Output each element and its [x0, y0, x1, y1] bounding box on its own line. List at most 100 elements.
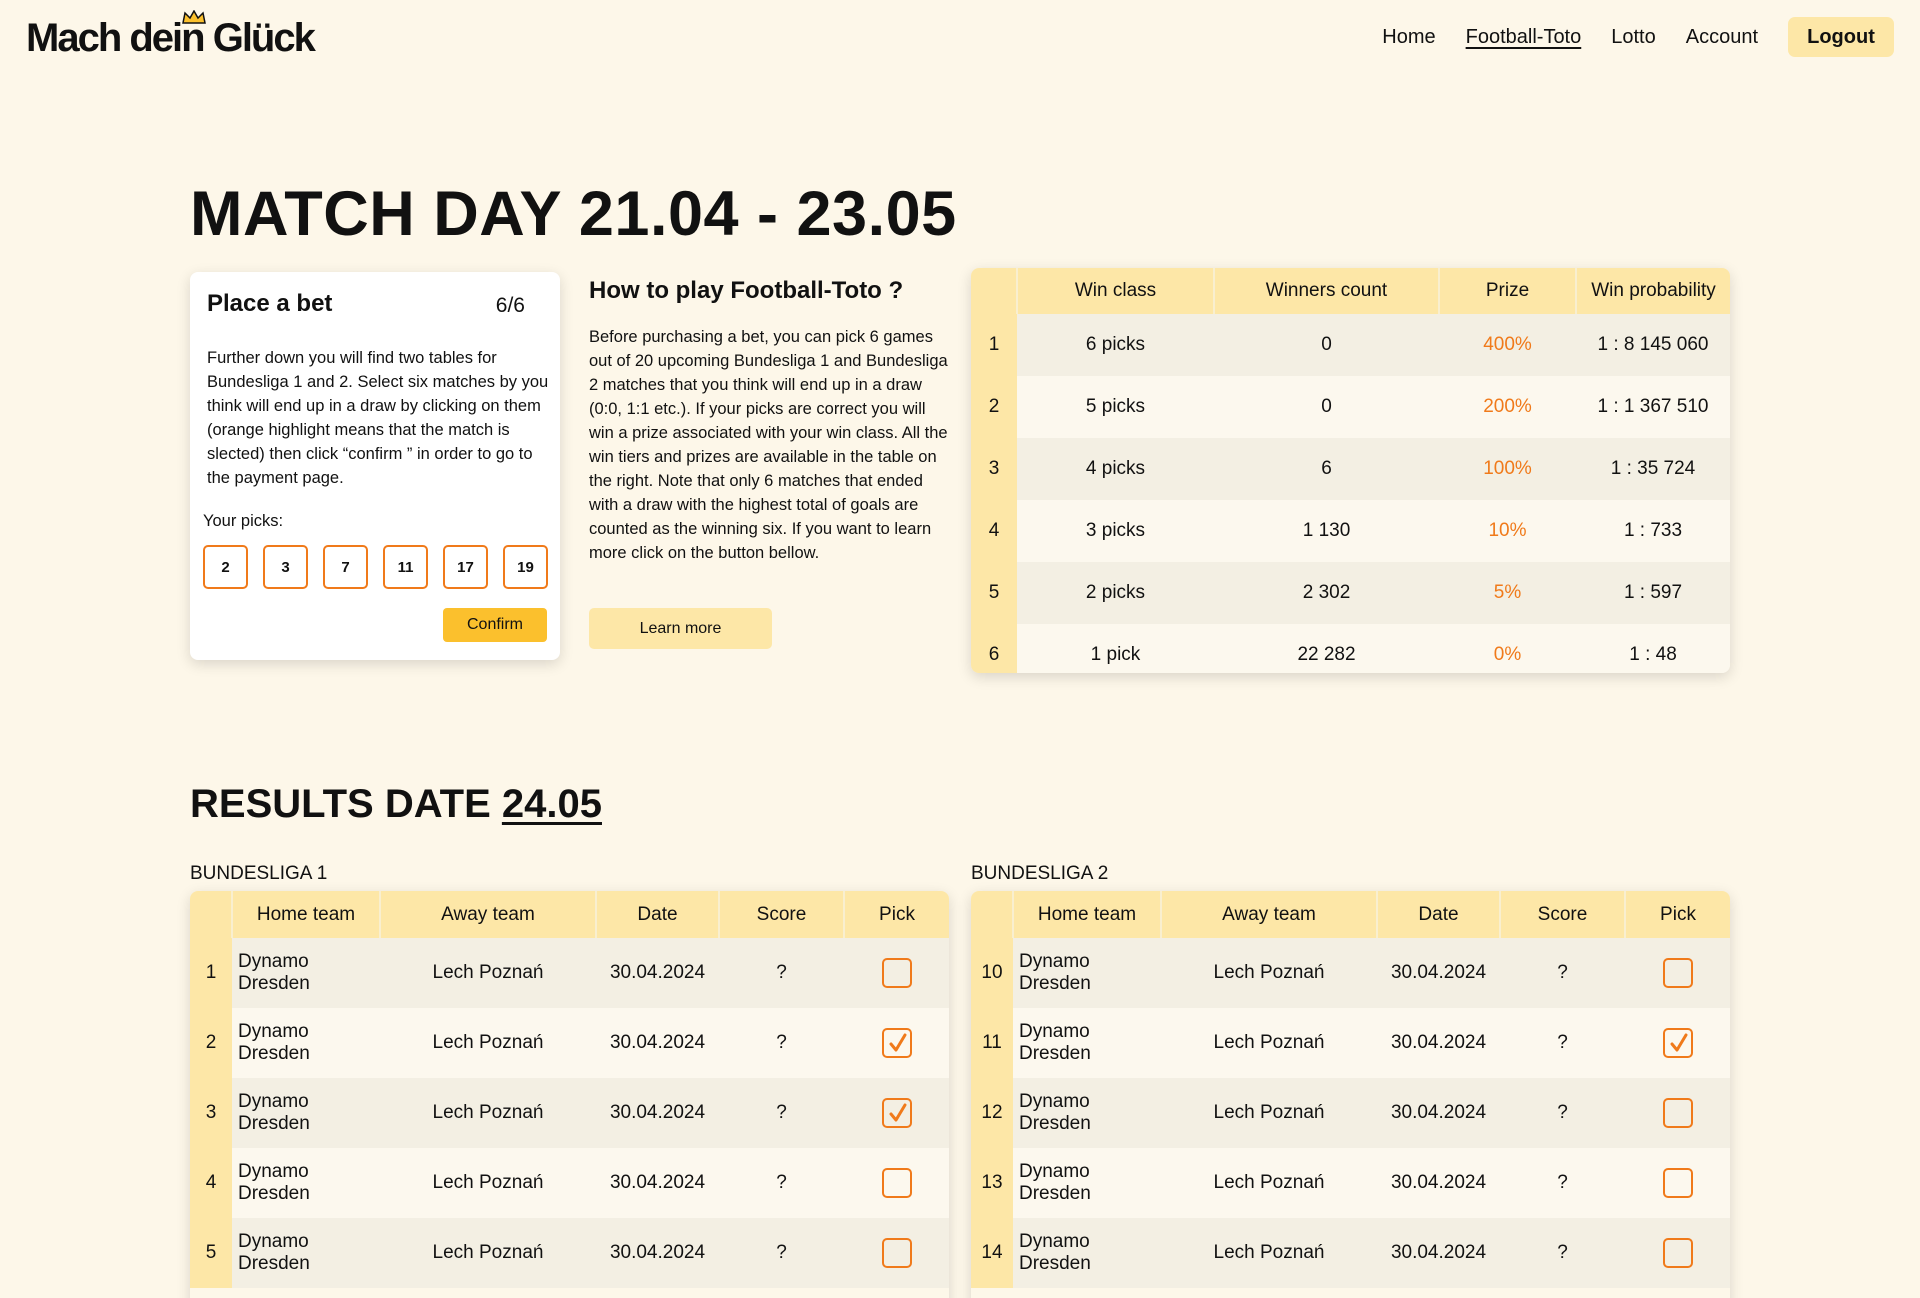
- match-home: Dynamo Dresden: [232, 1218, 380, 1288]
- match-date: 30.04.2024: [596, 1078, 719, 1148]
- pick-checkbox[interactable]: [1662, 1168, 1693, 1198]
- table-cell: 6: [1214, 438, 1439, 500]
- column-header: Score: [1499, 891, 1625, 938]
- column-header: Winners count: [1213, 268, 1439, 314]
- match-num: 3: [190, 1078, 232, 1148]
- match-date: 30.04.2024: [1377, 1148, 1500, 1218]
- results-date-link[interactable]: 24.05: [502, 782, 602, 826]
- match-score: ?: [719, 938, 844, 1008]
- site-logo[interactable]: Mach dein Glück: [26, 10, 316, 61]
- table-cell: 200%: [1439, 376, 1576, 438]
- nav-home[interactable]: Home: [1382, 26, 1435, 49]
- match-row[interactable]: 11 Dynamo Dresden Lech Poznań 30.04.2024?: [971, 1008, 1730, 1078]
- match-row[interactable]: 3 Dynamo Dresden Lech Poznań 30.04.2024?: [190, 1078, 949, 1148]
- match-num: 11: [971, 1008, 1013, 1078]
- pick-checkbox-checked[interactable]: [1662, 1028, 1693, 1058]
- pick-cell: [844, 1148, 949, 1218]
- pick-chip[interactable]: 17: [443, 545, 488, 589]
- match-score: ?: [1500, 1148, 1625, 1218]
- match-score: ?: [1500, 1008, 1625, 1078]
- bet-count: 6/6: [495, 294, 525, 317]
- nav-football-toto[interactable]: Football-Toto: [1466, 26, 1582, 49]
- table-row: 43 picks 1 130 10% 1 : 733: [971, 500, 1730, 562]
- column-header: Date: [1376, 891, 1500, 938]
- pick-cell: [844, 1218, 949, 1288]
- place-bet-card: Place a bet 6/6 Further down you will fi…: [190, 272, 560, 660]
- pick-checkbox[interactable]: [1662, 1098, 1693, 1128]
- match-row[interactable]: 2 Dynamo Dresden Lech Poznań 30.04.2024?: [190, 1008, 949, 1078]
- match-date: 30.04.2024: [1377, 1008, 1500, 1078]
- match-num: 2: [190, 1008, 232, 1078]
- checkmark-icon: [889, 1103, 906, 1122]
- pick-chip[interactable]: 19: [503, 545, 548, 589]
- table-cell: 4: [971, 500, 1017, 562]
- pick-checkbox-checked[interactable]: [881, 1098, 912, 1128]
- match-home: Dynamo Dresden: [232, 1148, 380, 1218]
- win-class-table: Win class Winners count Prize Win probab…: [971, 268, 1730, 673]
- match-row[interactable]: 4 Dynamo Dresden Lech Poznań 30.04.2024?: [190, 1148, 949, 1218]
- nav-lotto[interactable]: Lotto: [1611, 26, 1655, 49]
- bet-title: Place a bet: [207, 290, 333, 317]
- table-cell: 400%: [1439, 314, 1576, 376]
- pick-checkbox[interactable]: [1662, 1238, 1693, 1268]
- results-title: RESULTS DATE 24.05: [190, 782, 602, 827]
- table-cell: 3 picks: [1017, 500, 1214, 562]
- match-score: ?: [1500, 938, 1625, 1008]
- pick-cell: [1625, 1078, 1730, 1148]
- pick-chip[interactable]: 11: [383, 545, 428, 589]
- pick-cell: [844, 1078, 949, 1148]
- pick-chip[interactable]: 2: [203, 545, 248, 589]
- table-cell: 0: [1214, 376, 1439, 438]
- column-header: Away team: [1160, 891, 1377, 938]
- column-header: Home team: [1012, 891, 1161, 938]
- match-row[interactable]: 1 Dynamo Dresden Lech Poznań 30.04.2024?: [190, 938, 949, 1008]
- match-row[interactable]: 12 Dynamo Dresden Lech Poznań 30.04.2024?: [971, 1078, 1730, 1148]
- league-label-2: BUNDESLIGA 2: [971, 863, 1109, 884]
- pick-cell: [1625, 1148, 1730, 1218]
- pick-checkbox[interactable]: [881, 1168, 912, 1198]
- pick-checkbox[interactable]: [881, 958, 912, 988]
- table-cell: 1 : 35 724: [1576, 438, 1730, 500]
- match-score: ?: [1500, 1218, 1625, 1288]
- match-row[interactable]: 10 Dynamo Dresden Lech Poznań 30.04.2024?: [971, 938, 1730, 1008]
- match-row[interactable]: 13 Dynamo Dresden Lech Poznań 30.04.2024?: [971, 1148, 1730, 1218]
- match-score: ?: [719, 1148, 844, 1218]
- pick-checkbox-checked[interactable]: [881, 1028, 912, 1058]
- column-header: Pick: [843, 891, 949, 938]
- table-cell: 2 picks: [1017, 562, 1214, 624]
- match-home: Dynamo Dresden: [1013, 1008, 1161, 1078]
- checkmark-icon: [889, 1033, 906, 1052]
- pick-chip[interactable]: 3: [263, 545, 308, 589]
- pick-checkbox[interactable]: [881, 1238, 912, 1268]
- howto-text: Before purchasing a bet, you can pick 6 …: [589, 328, 948, 562]
- match-row[interactable]: 5 Dynamo Dresden Lech Poznań 30.04.2024?: [190, 1218, 949, 1288]
- match-away: Lech Poznań: [380, 1008, 596, 1078]
- crown-icon: [182, 10, 206, 24]
- pick-checkbox[interactable]: [1662, 958, 1693, 988]
- pick-cell: [1625, 1008, 1730, 1078]
- learn-more-button[interactable]: Learn more: [589, 608, 772, 649]
- table-cell: 2: [971, 376, 1017, 438]
- match-num: 12: [971, 1078, 1013, 1148]
- pick-cell: [844, 938, 949, 1008]
- match-away: Lech Poznań: [380, 1078, 596, 1148]
- confirm-button[interactable]: Confirm: [443, 608, 547, 642]
- nav-account[interactable]: Account: [1686, 26, 1758, 49]
- results-label: RESULTS DATE: [190, 782, 491, 826]
- match-score: ?: [719, 1218, 844, 1288]
- column-header: Win class: [1016, 268, 1214, 314]
- column-header: [971, 268, 1017, 314]
- logout-button[interactable]: Logout: [1788, 17, 1894, 57]
- table-cell: 1 : 48: [1576, 624, 1730, 673]
- table-cell: 100%: [1439, 438, 1576, 500]
- table-row: 25 picks 0 200% 1 : 1 367 510: [971, 376, 1730, 438]
- match-num: 5: [190, 1218, 232, 1288]
- column-header: Home team: [231, 891, 380, 938]
- table-cell: 6 picks: [1017, 314, 1214, 376]
- pick-chip[interactable]: 7: [323, 545, 368, 589]
- match-num: 10: [971, 938, 1013, 1008]
- match-row[interactable]: 14 Dynamo Dresden Lech Poznań 30.04.2024?: [971, 1218, 1730, 1288]
- pick-cell: [1625, 1218, 1730, 1288]
- match-home: Dynamo Dresden: [1013, 938, 1161, 1008]
- table-cell: 10%: [1439, 500, 1576, 562]
